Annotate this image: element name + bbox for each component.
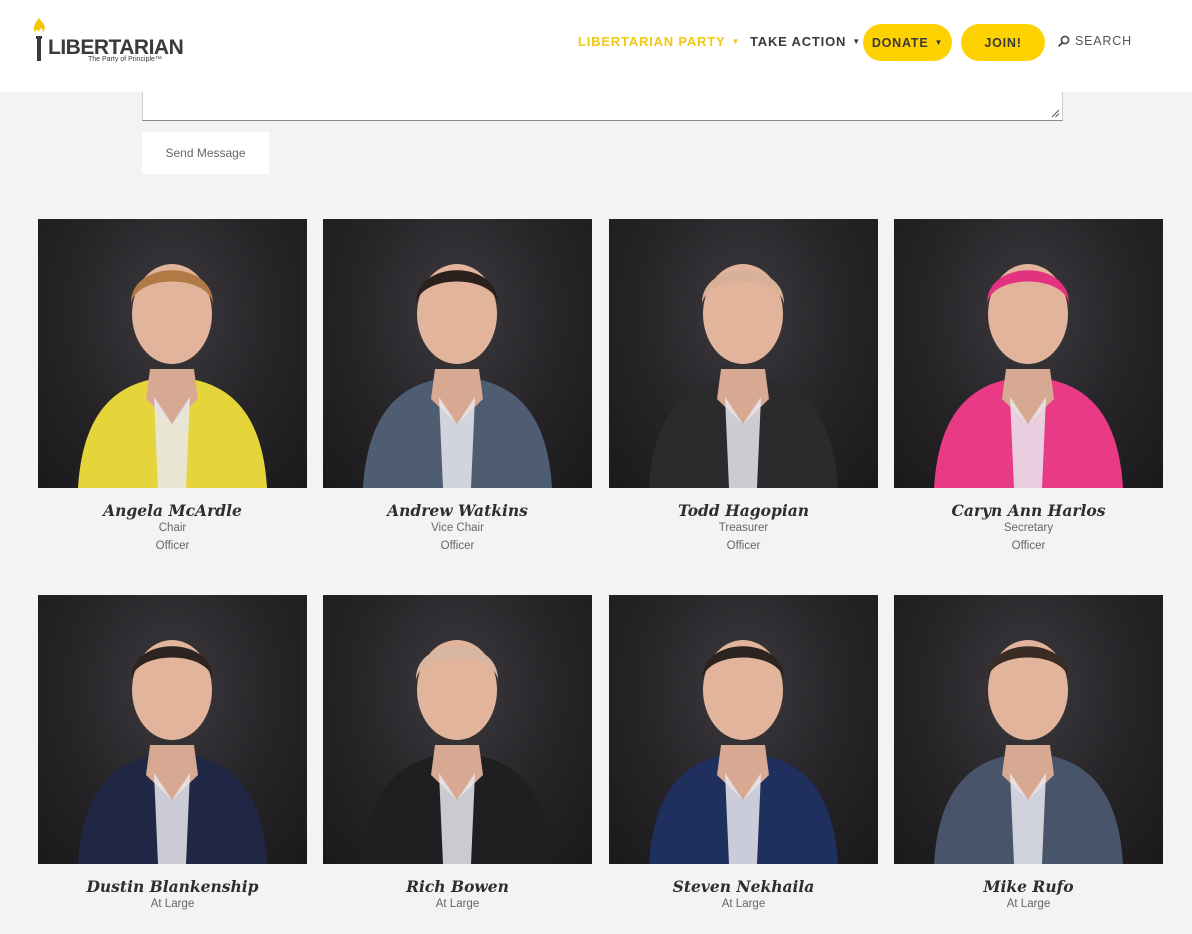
message-textarea[interactable]	[142, 92, 1063, 121]
member-title: At Large	[150, 898, 195, 910]
nav-libertarian-party[interactable]: LIBERTARIAN PARTY ▼	[578, 34, 740, 49]
member-title: Vice Chair	[431, 522, 484, 534]
search-link[interactable]: SEARCH	[1058, 34, 1132, 48]
caret-down-icon: ▼	[852, 37, 861, 46]
resize-handle-icon[interactable]	[1051, 109, 1060, 118]
libertarian-logo[interactable]: LIBERTARIAN The Party of Principle™	[28, 16, 184, 66]
nav-libertarian-party-label: LIBERTARIAN PARTY	[578, 34, 726, 49]
logo-tagline: The Party of Principle™	[88, 56, 162, 63]
torch-icon	[33, 18, 45, 61]
search-label: SEARCH	[1075, 34, 1132, 48]
caret-down-icon: ▼	[731, 37, 741, 46]
member-photo[interactable]	[38, 595, 307, 864]
member-title: At Large	[1006, 898, 1051, 910]
site-header: LIBERTARIAN The Party of Principle™ LIBE…	[0, 0, 1192, 92]
member-card[interactable]: Dustin Blankenship At Large	[38, 595, 307, 914]
member-photo[interactable]	[609, 595, 878, 864]
member-title: At Large	[721, 898, 766, 910]
member-group: Officer	[440, 540, 475, 552]
member-group: Officer	[1011, 540, 1046, 552]
member-card[interactable]: Angela McArdle Chair Officer	[38, 219, 307, 556]
nav-take-action-label: TAKE ACTION	[750, 34, 847, 49]
donate-button[interactable]: DONATE ▼	[863, 24, 952, 61]
member-title: At Large	[435, 898, 480, 910]
member-photo[interactable]	[323, 219, 592, 488]
caret-down-icon: ▼	[934, 38, 944, 47]
portrait-silhouette	[649, 264, 838, 488]
member-photo[interactable]	[894, 595, 1163, 864]
portrait-silhouette	[934, 640, 1123, 864]
join-button[interactable]: JOIN!	[961, 24, 1045, 61]
portrait-silhouette	[363, 264, 552, 488]
member-card[interactable]: Mike Rufo At Large	[894, 595, 1163, 914]
member-title: Secretary	[1003, 522, 1054, 534]
member-card[interactable]: Rich Bowen At Large	[323, 595, 592, 914]
portrait-silhouette	[649, 640, 838, 864]
member-card[interactable]: Andrew Watkins Vice Chair Officer	[323, 219, 592, 556]
donate-label: DONATE	[871, 35, 929, 50]
member-card[interactable]: Caryn Ann Harlos Secretary Officer	[894, 219, 1163, 556]
member-photo[interactable]	[38, 219, 307, 488]
member-card[interactable]: Todd Hagopian Treasurer Officer	[609, 219, 878, 556]
portrait-silhouette	[363, 640, 552, 864]
send-message-button[interactable]: Send Message	[142, 132, 269, 174]
portrait-silhouette	[78, 264, 267, 488]
member-title: Treasurer	[718, 522, 769, 534]
join-label: JOIN!	[984, 35, 1022, 50]
nav-take-action[interactable]: TAKE ACTION ▼	[750, 34, 861, 49]
member-group: Officer	[155, 540, 190, 552]
search-icon	[1058, 35, 1070, 47]
member-group: Officer	[726, 540, 761, 552]
member-title: Chair	[158, 522, 187, 534]
member-photo[interactable]	[609, 219, 878, 488]
portrait-silhouette	[934, 264, 1123, 488]
member-card[interactable]: Steven Nekhaila At Large	[609, 595, 878, 914]
member-photo[interactable]	[323, 595, 592, 864]
member-photo[interactable]	[894, 219, 1163, 488]
portrait-silhouette	[78, 640, 267, 864]
